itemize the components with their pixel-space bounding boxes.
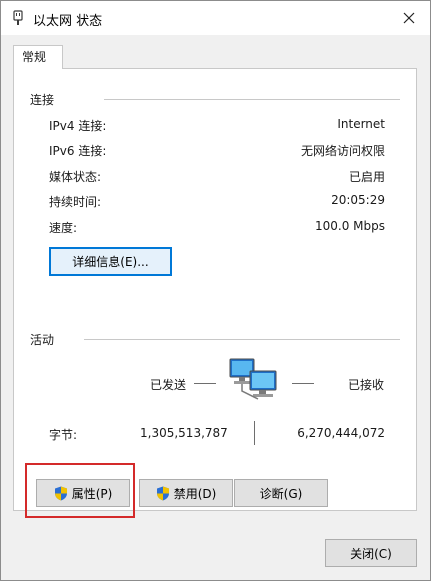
ipv4-label: IPv4 连接: — [49, 119, 107, 133]
bytes-separator — [254, 421, 255, 445]
tab-general[interactable]: 常规 — [13, 45, 63, 69]
ethernet-icon — [13, 10, 23, 25]
general-panel: 连接 IPv4 连接: Internet IPv6 连接: 无网络访问权限 媒体… — [13, 68, 417, 511]
disable-button[interactable]: 禁用(D) — [139, 479, 233, 507]
duration-value: 20:05:29 — [331, 193, 385, 207]
ipv6-label: IPv6 连接: — [49, 144, 107, 158]
network-computers-icon — [229, 358, 277, 400]
connection-group-divider — [104, 99, 400, 100]
shield-icon — [156, 486, 169, 500]
highlight-annotation — [25, 463, 135, 518]
title-bar[interactable]: 以太网 状态 — [1, 1, 430, 35]
connection-group-label: 连接 — [30, 93, 55, 107]
status-window: 以太网 状态 常规 连接 IPv4 连接: Internet IPv6 连接: … — [0, 0, 431, 581]
media-state-value: 已启用 — [348, 170, 385, 184]
close-button[interactable]: 关闭(C) — [325, 539, 417, 567]
received-dash — [292, 383, 314, 384]
speed-label: 速度: — [49, 221, 78, 235]
duration-label: 持续时间: — [49, 195, 102, 209]
sent-label: 已发送 — [150, 378, 187, 392]
ipv4-value: Internet — [337, 117, 385, 131]
disable-label: 禁用(D) — [173, 486, 217, 501]
activity-group-label: 活动 — [30, 333, 55, 347]
bytes-sent-value: 1,305,513,787 — [140, 426, 228, 440]
received-label: 已接收 — [348, 378, 385, 392]
close-window-button[interactable] — [388, 1, 430, 35]
details-button[interactable]: 详细信息(E)... — [49, 247, 172, 276]
bytes-label: 字节: — [49, 428, 78, 442]
speed-value: 100.0 Mbps — [314, 219, 385, 233]
sent-dash — [194, 383, 216, 384]
close-icon — [403, 12, 415, 24]
ipv6-value: 无网络访问权限 — [300, 144, 385, 158]
media-state-label: 媒体状态: — [49, 170, 102, 184]
window-title: 以太网 状态 — [33, 14, 103, 29]
activity-group-divider — [84, 339, 400, 340]
bytes-received-value: 6,270,444,072 — [297, 426, 385, 440]
diagnose-button[interactable]: 诊断(G) — [234, 479, 328, 507]
